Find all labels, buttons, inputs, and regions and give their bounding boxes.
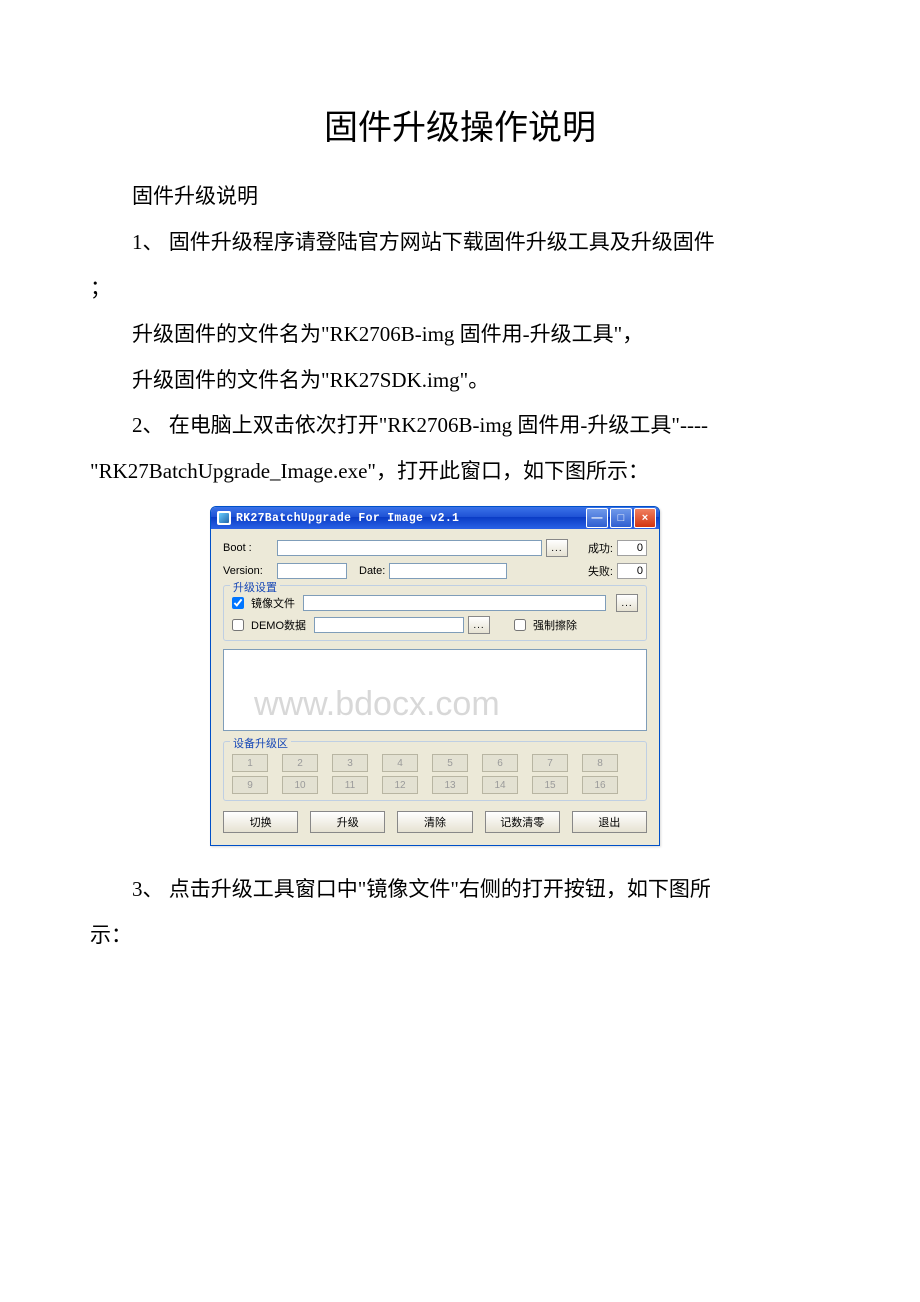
device-slot[interactable]: 10 [282, 776, 318, 794]
maximize-button[interactable]: □ [610, 508, 632, 528]
device-slot[interactable]: 2 [282, 754, 318, 772]
date-field[interactable] [389, 563, 507, 579]
label-force-erase: 强制擦除 [533, 617, 577, 633]
upgrade-settings-group: 升级设置 镜像文件 ... DEMO数据 ... 强制擦除 [223, 585, 647, 641]
device-slot[interactable]: 8 [582, 754, 618, 772]
success-counter: 0 [617, 540, 647, 556]
paragraph-5b: 示： [90, 916, 830, 956]
demo-field[interactable] [314, 617, 464, 633]
log-area[interactable]: www.bdocx.com [223, 649, 647, 731]
device-slot[interactable]: 15 [532, 776, 568, 794]
fail-counter: 0 [617, 563, 647, 579]
device-slot[interactable]: 7 [532, 754, 568, 772]
device-slot[interactable]: 4 [382, 754, 418, 772]
paragraph-1b: ； [90, 269, 830, 309]
minimize-button[interactable]: — [586, 508, 608, 528]
paragraph-5a: 3、 点击升级工具窗口中"镜像文件"右侧的打开按钮，如下图所 [90, 870, 830, 910]
window-title: RK27BatchUpgrade For Image v2.1 [236, 512, 459, 525]
section-heading: 固件升级说明 [90, 177, 830, 217]
exit-button[interactable]: 退出 [572, 811, 647, 833]
paragraph-1a: 1、 固件升级程序请登陆官方网站下载固件升级工具及升级固件 [90, 223, 830, 263]
checkbox-force-erase[interactable] [514, 619, 526, 631]
app-window: RK27BatchUpgrade For Image v2.1 — □ × Bo… [210, 506, 660, 846]
device-slots: 1 2 3 4 5 6 7 8 9 10 11 12 13 14 [232, 754, 638, 794]
watermark: www.bdocx.com [254, 685, 500, 724]
image-file-field[interactable] [303, 595, 606, 611]
label-demo: DEMO数据 [251, 617, 306, 633]
app-icon [217, 511, 231, 525]
device-slot[interactable]: 1 [232, 754, 268, 772]
reset-count-button[interactable]: 记数清零 [485, 811, 560, 833]
document-page: 固件升级操作说明 固件升级说明 1、 固件升级程序请登陆官方网站下载固件升级工具… [0, 0, 920, 1022]
label-date: Date: [359, 565, 385, 577]
action-row: 切换 升级 清除 记数清零 退出 [223, 811, 647, 833]
version-field[interactable] [277, 563, 347, 579]
titlebar[interactable]: RK27BatchUpgrade For Image v2.1 — □ × [211, 507, 659, 529]
device-slot[interactable]: 13 [432, 776, 468, 794]
checkbox-image-file[interactable] [232, 597, 244, 609]
group-title-upgrade: 升级设置 [230, 579, 280, 595]
paragraph-3: 升级固件的文件名为"RK27SDK.img"。 [90, 361, 830, 401]
label-success: 成功: [588, 540, 613, 556]
image-browse-button[interactable]: ... [616, 594, 638, 612]
paragraph-4b: "RK27BatchUpgrade_Image.exe"，打开此窗口，如下图所示… [90, 452, 830, 492]
checkbox-demo[interactable] [232, 619, 244, 631]
device-slot[interactable]: 14 [482, 776, 518, 794]
boot-field[interactable] [277, 540, 542, 556]
device-slot[interactable]: 12 [382, 776, 418, 794]
label-version: Version: [223, 565, 273, 577]
upgrade-button[interactable]: 升级 [310, 811, 385, 833]
label-boot: Boot : [223, 542, 273, 554]
device-slot[interactable]: 5 [432, 754, 468, 772]
app-screenshot: RK27BatchUpgrade For Image v2.1 — □ × Bo… [210, 506, 660, 846]
switch-button[interactable]: 切换 [223, 811, 298, 833]
device-area-group: 设备升级区 1 2 3 4 5 6 7 8 9 10 11 12 [223, 741, 647, 801]
paragraph-4a: 2、 在电脑上双击依次打开"RK2706B-img 固件用-升级工具"---- [90, 406, 830, 446]
device-slot[interactable]: 3 [332, 754, 368, 772]
label-fail: 失败: [588, 563, 613, 579]
label-image-file: 镜像文件 [251, 595, 295, 611]
device-slot[interactable]: 16 [582, 776, 618, 794]
demo-browse-button[interactable]: ... [468, 616, 490, 634]
window-body: Boot : ... 成功: 0 Version: Date: 失败: 0 [211, 529, 659, 845]
clear-button[interactable]: 清除 [397, 811, 472, 833]
page-title: 固件升级操作说明 [90, 100, 830, 149]
close-button[interactable]: × [634, 508, 656, 528]
device-slot[interactable]: 6 [482, 754, 518, 772]
group-title-devices: 设备升级区 [230, 735, 291, 751]
boot-browse-button[interactable]: ... [546, 539, 568, 557]
paragraph-2: 升级固件的文件名为"RK2706B-img 固件用-升级工具"， [90, 315, 830, 355]
device-slot[interactable]: 9 [232, 776, 268, 794]
device-slot[interactable]: 11 [332, 776, 368, 794]
